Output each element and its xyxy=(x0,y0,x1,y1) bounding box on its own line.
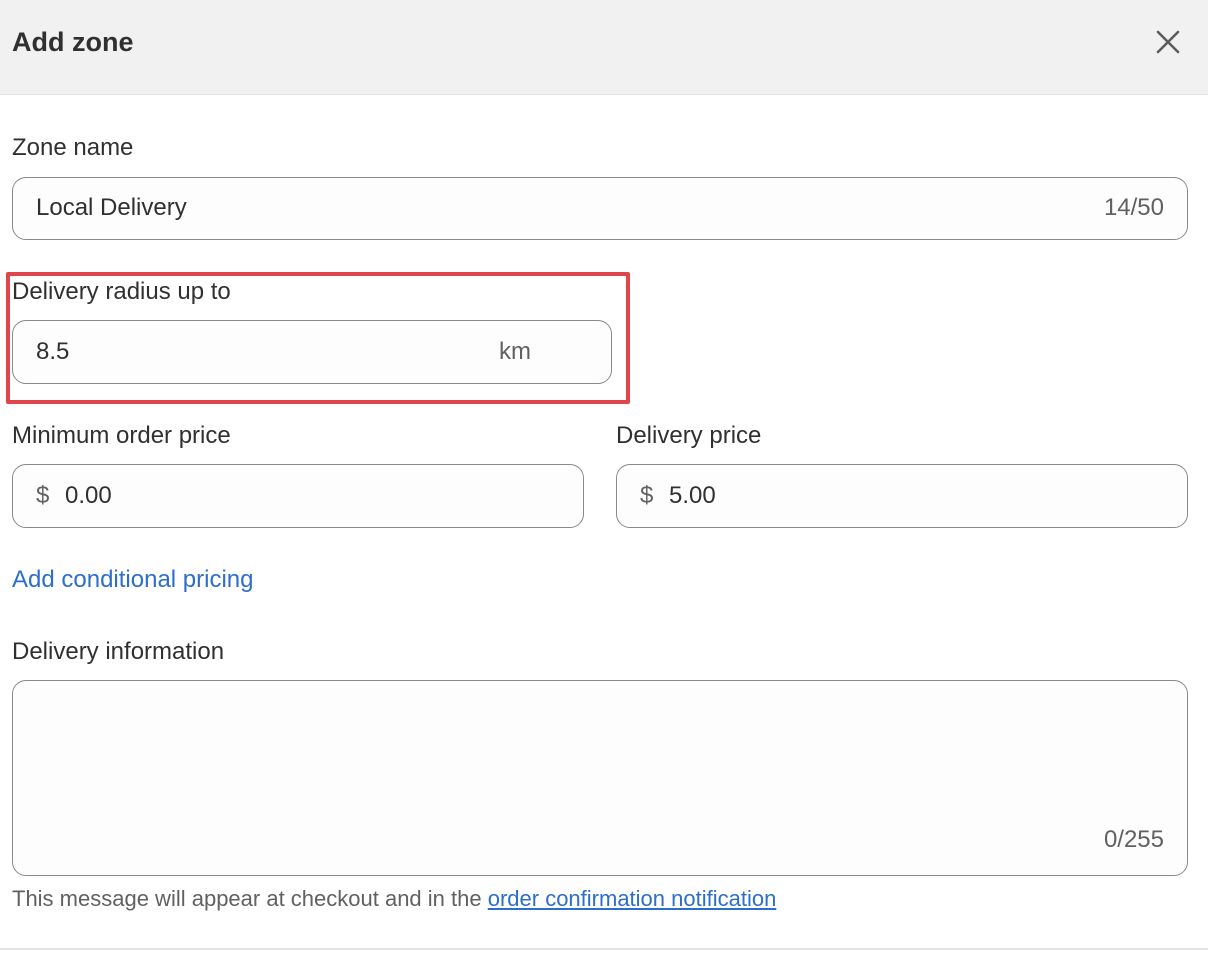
modal-header: Add zone xyxy=(0,0,1208,95)
delivery-information-counter: 0/255 xyxy=(1103,826,1164,853)
delivery-radius-label: Delivery radius up to xyxy=(12,278,231,305)
help-text: This message will appear at checkout and… xyxy=(12,886,488,911)
close-icon xyxy=(1156,30,1180,54)
delivery-price-label: Delivery price xyxy=(616,422,762,449)
minimum-order-price-label: Minimum order price xyxy=(12,422,231,449)
footer-divider xyxy=(0,948,1208,950)
modal-title: Add zone xyxy=(12,27,134,57)
zone-name-input[interactable]: Local Delivery 14/50 xyxy=(12,177,1188,240)
delivery-price-value: 5.00 xyxy=(669,482,716,509)
minimum-order-price-input[interactable]: $ 0.00 xyxy=(12,464,584,528)
delivery-information-help: This message will appear at checkout and… xyxy=(12,884,776,914)
delivery-information-label: Delivery information xyxy=(12,638,225,665)
delivery-price-input[interactable]: $ 5.00 xyxy=(616,464,1188,528)
delivery-radius-value: 8.5 xyxy=(36,338,70,365)
delivery-radius-unit: km xyxy=(499,338,531,365)
zone-name-value: Local Delivery xyxy=(36,194,187,221)
zone-name-counter: 14/50 xyxy=(1103,194,1164,221)
minimum-order-price-value: 0.00 xyxy=(65,482,112,509)
delivery-information-textarea[interactable]: 0/255 xyxy=(12,680,1188,876)
add-conditional-pricing-link[interactable]: Add conditional pricing xyxy=(12,564,254,596)
delivery-radius-input[interactable]: 8.5 km xyxy=(12,320,612,384)
minimum-order-price-prefix: $ xyxy=(36,482,50,509)
order-confirmation-notification-link[interactable]: order confirmation notification xyxy=(488,886,777,911)
close-button[interactable] xyxy=(1146,20,1190,64)
add-zone-modal: Add zone Zone name Local Delivery 14/50 … xyxy=(0,0,1208,962)
zone-name-label: Zone name xyxy=(12,134,134,161)
delivery-price-prefix: $ xyxy=(640,482,654,509)
